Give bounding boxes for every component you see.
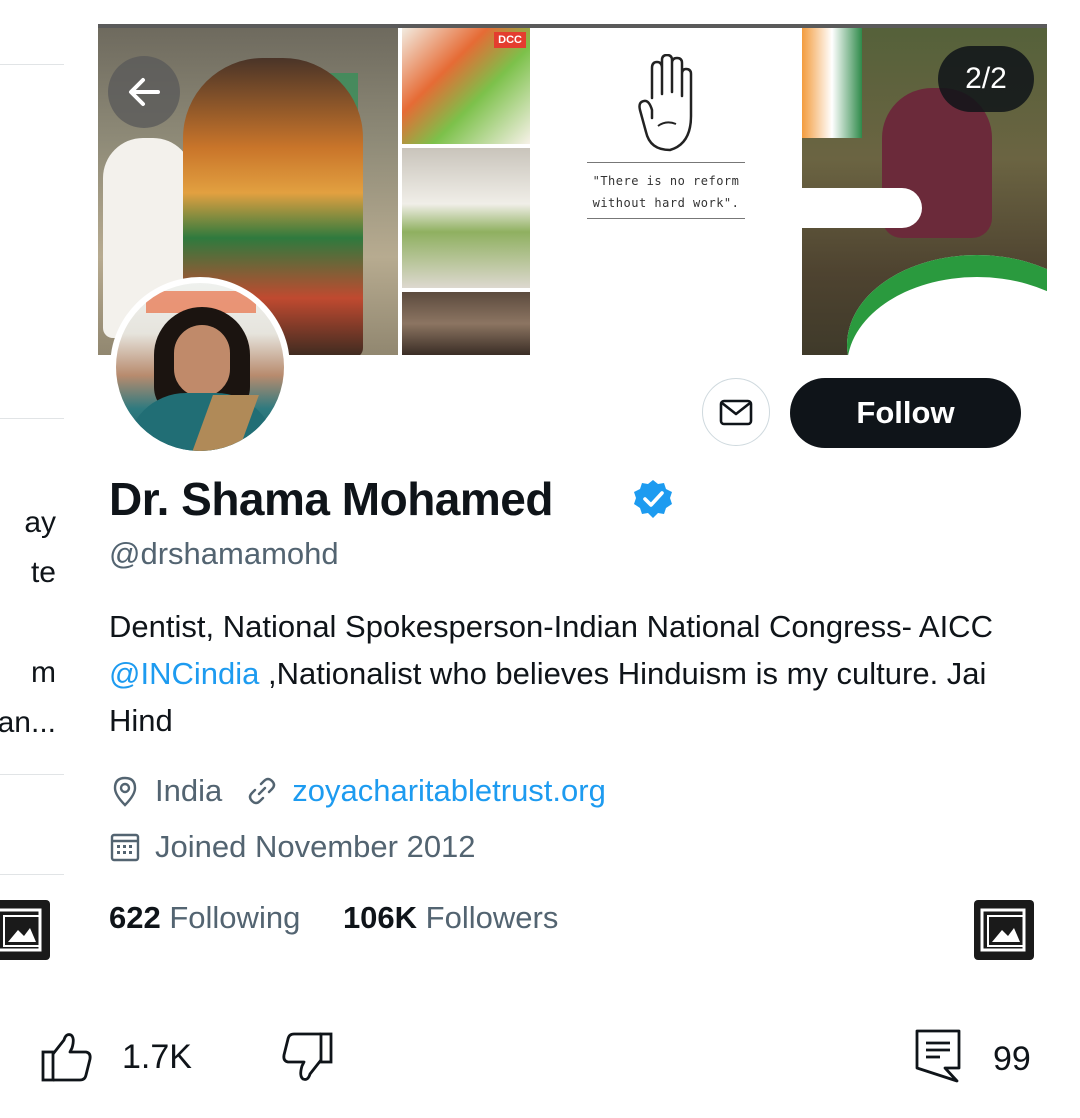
back-arrow-icon	[129, 78, 160, 106]
follow-button[interactable]: Follow	[790, 378, 1021, 448]
bio-text: Dentist, National Spokesperson-Indian Na…	[109, 609, 993, 644]
followers-stat[interactable]: 106K Followers	[343, 900, 558, 935]
mail-icon	[719, 399, 753, 426]
image-page-counter: 2/2	[938, 46, 1034, 112]
reaction-bar: 1.7K 99	[40, 1028, 1050, 1090]
divider	[0, 418, 64, 419]
display-name: Dr. Shama Mohamed	[109, 473, 553, 525]
gallery-icon[interactable]	[0, 898, 52, 962]
following-count: 622	[109, 900, 161, 935]
banner-quote-panel: "There is no reform without hard work".	[534, 28, 799, 355]
message-button[interactable]	[702, 378, 770, 446]
back-button[interactable]	[108, 56, 180, 128]
location-text: India	[155, 773, 223, 808]
previous-card-fragment: ay te m an...	[0, 0, 64, 1000]
profile-meta-location: India zoyacharitabletrust.org	[109, 771, 606, 811]
website-link[interactable]: zoyacharitabletrust.org	[292, 773, 606, 809]
thumbs-down-icon[interactable]	[280, 1030, 334, 1084]
previous-card-text: m	[31, 656, 56, 689]
avatar[interactable]	[110, 277, 290, 457]
previous-card-text: ay	[24, 506, 56, 539]
following-stat[interactable]: 622 Following	[109, 900, 300, 935]
bio-mention-link[interactable]: @INCindia	[109, 656, 259, 691]
following-label: Following	[169, 900, 301, 935]
follow-stats: 622 Following 106K Followers	[109, 900, 558, 936]
divider	[0, 874, 64, 875]
calendar-icon	[109, 831, 141, 863]
congress-hand-icon	[638, 54, 693, 152]
divider	[0, 64, 64, 65]
verified-badge-icon[interactable]	[632, 478, 674, 520]
comment-icon[interactable]	[914, 1028, 964, 1084]
comment-count: 99	[993, 1040, 1031, 1078]
gallery-icon[interactable]	[972, 898, 1036, 962]
followers-count: 106K	[342, 900, 418, 935]
dcc-badge: DCC	[494, 32, 526, 48]
previous-card-text: an...	[0, 706, 56, 739]
banner-photo-collage: DCC	[402, 28, 530, 355]
joined-date: Joined November 2012	[155, 829, 476, 864]
profile-bio: Dentist, National Spokesperson-Indian Na…	[109, 603, 1009, 744]
like-count: 1.7K	[122, 1038, 192, 1076]
divider	[0, 774, 64, 775]
banner-quote: "There is no reform without hard work".	[592, 174, 740, 210]
location-pin-icon	[109, 775, 141, 807]
link-icon	[246, 775, 278, 807]
user-handle: @drshamamohd	[109, 536, 339, 571]
followers-label: Followers	[425, 900, 559, 935]
thumbs-up-icon[interactable]	[40, 1030, 94, 1084]
profile-meta-joined: Joined November 2012	[109, 827, 476, 867]
previous-card-text: te	[30, 556, 56, 589]
